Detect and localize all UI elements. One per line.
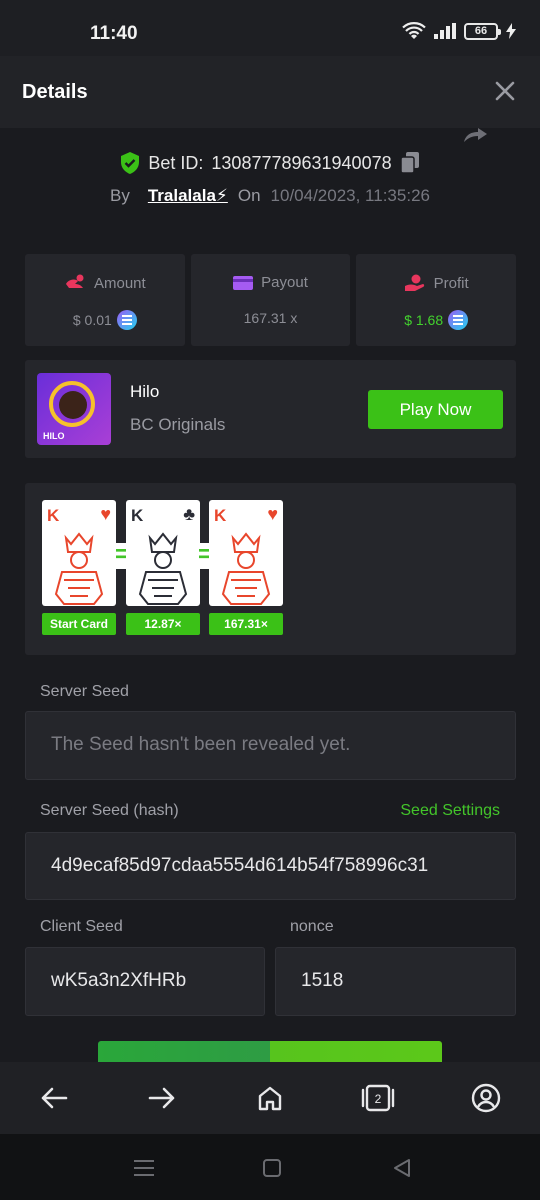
stat-profit: Profit $ 1.68 <box>356 254 517 346</box>
bet-id-value: 130877789631940078 <box>211 152 392 173</box>
client-seed-label: Client Seed <box>40 918 123 935</box>
card-history: K ♥ = K ♣ = K ♥ Start Card 12.87× 167.31… <box>25 483 516 655</box>
king-figure-icon <box>54 532 104 605</box>
nonce-label: nonce <box>290 918 334 935</box>
hand-coin-icon <box>404 274 424 291</box>
server-seed-hash-label: Server Seed (hash) <box>40 802 179 819</box>
king-figure-icon <box>138 532 188 605</box>
status-icons: 66 <box>402 22 516 40</box>
wallet-icon <box>233 275 254 290</box>
card-rank: K <box>47 506 60 525</box>
card-rank: K <box>131 506 144 525</box>
game-card: HILO Hilo BC Originals Play Now <box>25 360 516 458</box>
card-multiplier-tag: 167.31× <box>209 613 283 635</box>
bet-date: 10/04/2023, 11:35:26 <box>270 186 430 205</box>
bet-id-label: Bet ID: <box>148 152 204 173</box>
nonce-field[interactable]: 1518 <box>275 947 516 1016</box>
tabs-button[interactable]: 2 <box>358 1078 398 1118</box>
king-figure-icon <box>221 532 271 605</box>
server-seed-label: Server Seed <box>40 683 129 700</box>
stat-label: Payout <box>261 274 308 291</box>
playing-card: K ♥ <box>209 500 283 606</box>
server-seed-field[interactable]: The Seed hasn't been revealed yet. <box>25 711 516 780</box>
money-bag-icon <box>65 274 84 288</box>
thumbnail-text: HILO <box>43 431 65 441</box>
stat-value: $ 0.01 <box>72 312 112 328</box>
battery-icon: 66 <box>464 22 501 40</box>
stat-label: Amount <box>93 274 146 292</box>
home-button[interactable] <box>250 1078 290 1118</box>
signal-icon <box>434 23 456 39</box>
card-multiplier-tag: Start Card <box>42 613 116 635</box>
play-now-button[interactable]: Play Now <box>368 390 503 429</box>
bet-byline: By Tralalala⚡ On 10/04/2023, 11:35:26 <box>0 186 540 206</box>
heart-suit-icon: ♥ <box>267 504 278 524</box>
verify-button[interactable] <box>98 1041 442 1063</box>
on-label: On <box>237 186 261 205</box>
playing-card: K ♥ <box>42 500 116 606</box>
stat-value: 167.31 x <box>243 310 298 326</box>
server-seed-hash-field[interactable]: 4d9ecaf85d97cdaa5554d614b54f758996c31 <box>25 832 516 900</box>
by-label: By <box>110 186 130 205</box>
home-icon <box>258 1086 282 1111</box>
system-back-icon[interactable] <box>392 1158 412 1178</box>
card-multiplier-tag: 12.87× <box>126 613 200 635</box>
share-icon[interactable] <box>462 128 488 142</box>
status-time: 11:40 <box>90 23 138 44</box>
bet-id-row: Bet ID: 130877789631940078 <box>0 152 540 174</box>
tabs-count: 2 <box>375 1092 382 1106</box>
shield-check-icon <box>121 152 140 174</box>
user-link[interactable]: Tralalala⚡ <box>148 186 228 206</box>
solana-coin-icon <box>116 310 137 330</box>
recents-icon[interactable] <box>133 1158 155 1178</box>
game-provider: BC Originals <box>130 415 226 434</box>
solana-coin-icon <box>448 310 469 330</box>
browser-nav-bar: 2 <box>0 1062 540 1134</box>
page-title: Details <box>22 81 88 103</box>
card-rank: K <box>214 506 227 525</box>
stat-label: Profit <box>433 274 469 292</box>
details-header: Details <box>0 56 540 128</box>
arrow-right-icon <box>148 1087 175 1109</box>
stat-amount: Amount $ 0.01 <box>25 254 185 346</box>
back-button[interactable] <box>34 1078 74 1118</box>
heart-suit-icon: ♥ <box>100 504 111 524</box>
game-name[interactable]: Hilo <box>130 382 159 402</box>
system-home-icon[interactable] <box>262 1158 282 1178</box>
club-suit-icon: ♣ <box>183 504 195 524</box>
tabs-icon: 2 <box>361 1084 395 1112</box>
profile-button[interactable] <box>466 1078 506 1118</box>
bet-stats: Amount $ 0.01 Payout 167.31 x Profit $ 1… <box>25 254 517 346</box>
charging-icon <box>506 23 516 39</box>
seed-settings-link[interactable]: Seed Settings <box>400 802 500 820</box>
forward-button[interactable] <box>142 1078 182 1118</box>
system-nav-bar <box>0 1134 540 1200</box>
copy-icon[interactable] <box>399 152 420 174</box>
client-seed-field[interactable]: wK5a3n2XfHRb <box>25 947 265 1016</box>
wifi-icon <box>402 22 426 39</box>
playing-card: K ♣ <box>126 500 200 606</box>
close-icon[interactable] <box>492 78 518 104</box>
stat-payout: Payout 167.31 x <box>190 254 351 346</box>
arrow-left-icon <box>41 1087 68 1109</box>
stat-value: $ 1.68 <box>404 312 444 328</box>
profile-icon <box>471 1083 501 1113</box>
game-thumbnail[interactable]: HILO <box>37 373 111 445</box>
status-bar: 11:40 66 <box>0 0 540 56</box>
